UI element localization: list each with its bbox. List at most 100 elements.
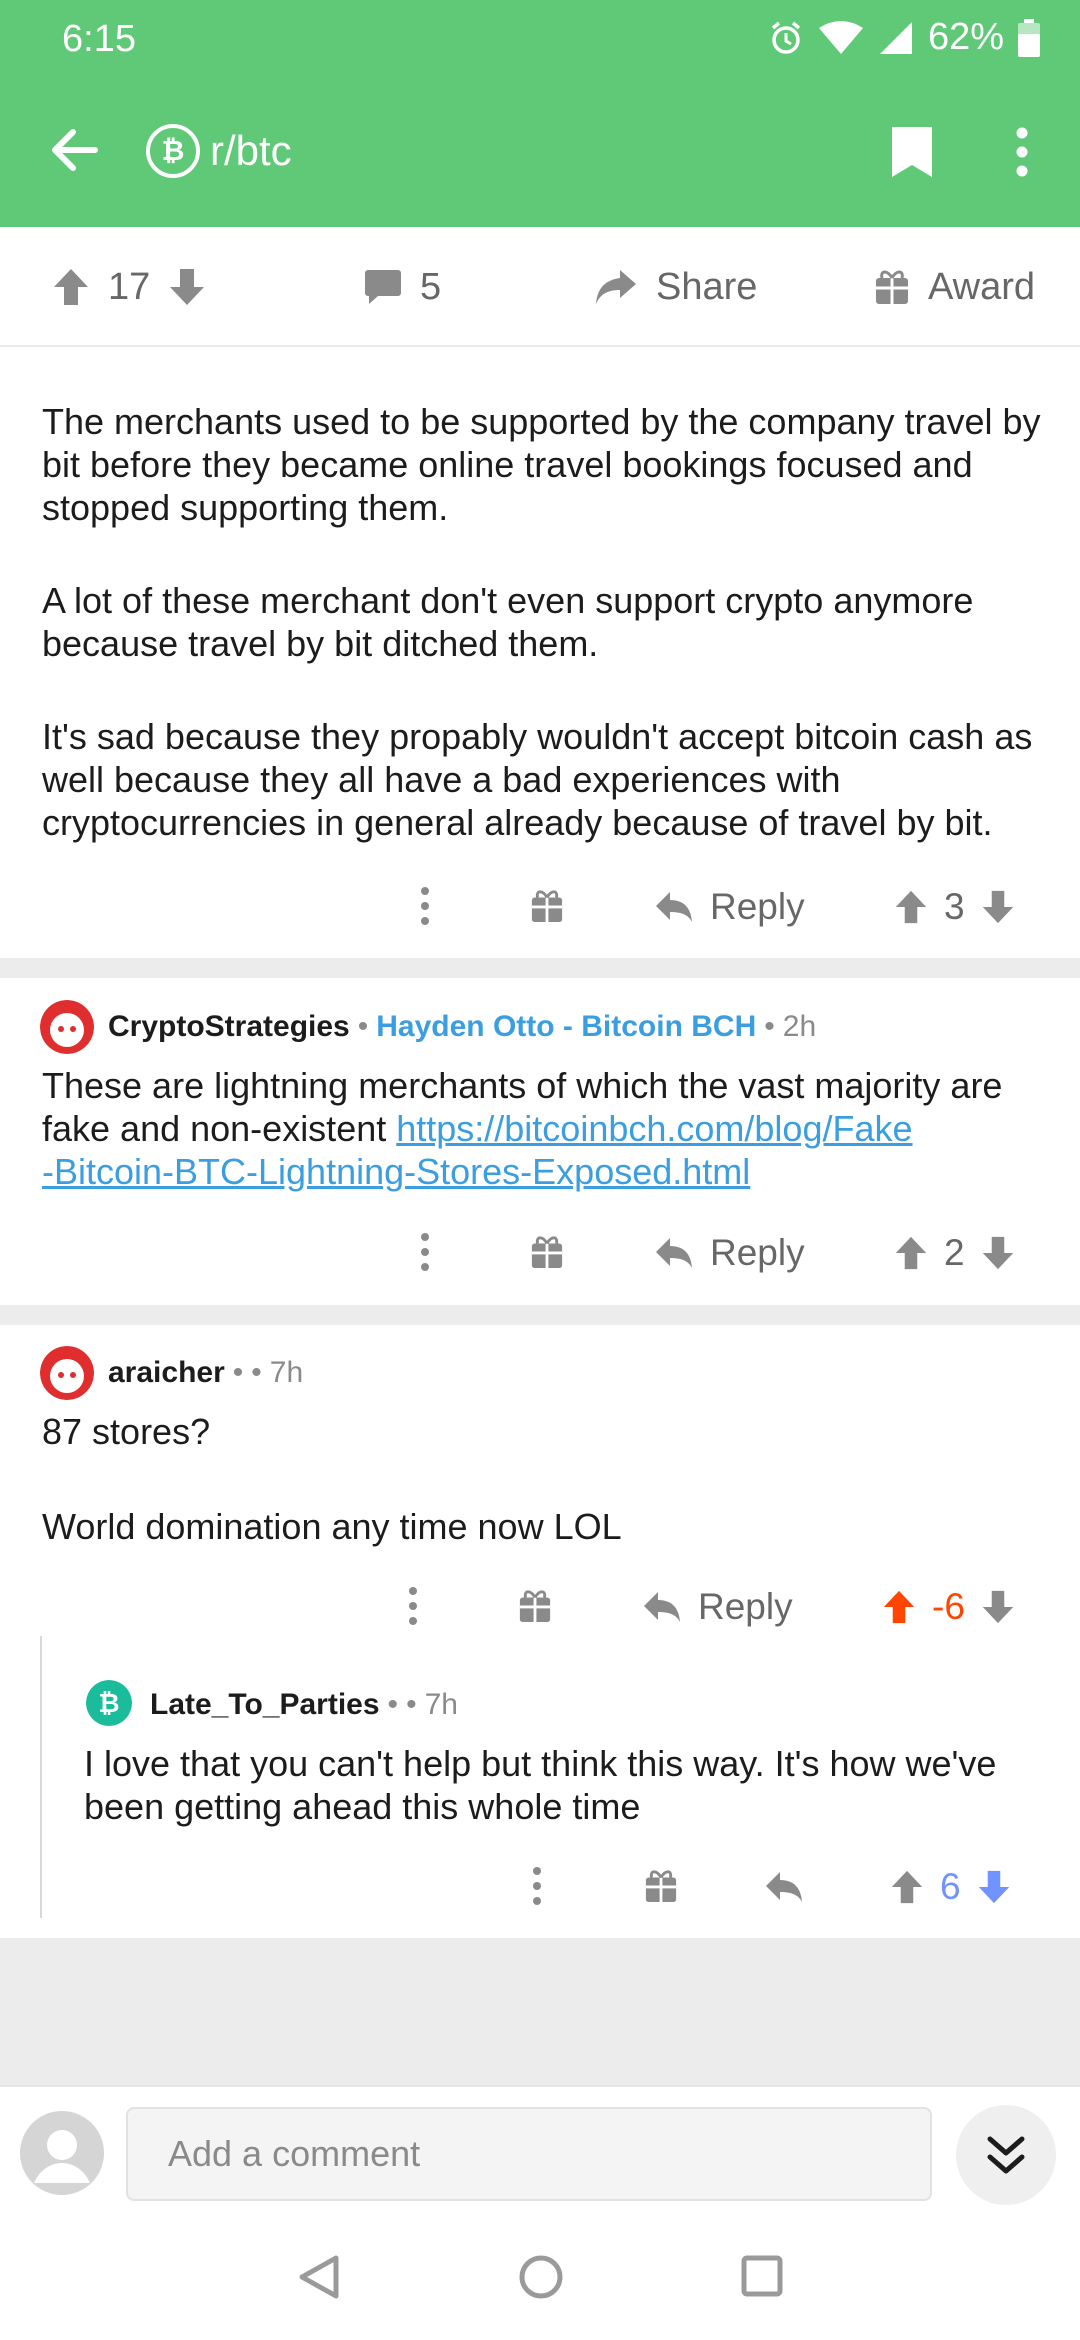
comment-paragraph: It's sad because they propably wouldn't … — [42, 716, 1033, 843]
battery-icon — [1018, 18, 1040, 57]
subreddit-title[interactable]: ₿ r/btc — [146, 124, 292, 178]
status-icons: 62% — [768, 16, 1040, 59]
comment-byline: Late_To_Parties • • 7h — [150, 1688, 458, 1722]
bitcoin-icon: ₿ — [146, 124, 200, 178]
share-icon — [596, 270, 636, 304]
downvote-icon[interactable] — [168, 267, 206, 307]
app-header: 6:15 62% ₿ r/btc — [0, 0, 1080, 227]
reply-icon — [656, 1238, 692, 1268]
award-button[interactable]: Award — [874, 227, 1035, 347]
comment-link-continued[interactable]: -Bitcoin-BTC-Lightning-Stores-Exposed.ht… — [42, 1151, 750, 1192]
divider — [0, 1305, 1080, 1325]
comment-author[interactable]: araicher — [108, 1356, 225, 1390]
double-chevron-down-icon — [987, 2136, 1025, 2174]
more-vertical-icon[interactable] — [420, 886, 430, 926]
wifi-icon — [818, 20, 863, 54]
upvote-icon[interactable] — [894, 889, 928, 925]
comment-icon — [365, 270, 401, 304]
gift-icon[interactable] — [530, 888, 564, 924]
share-button[interactable]: Share — [594, 227, 757, 347]
gift-icon[interactable] — [518, 1588, 552, 1624]
system-nav-bar — [0, 2210, 1080, 2340]
comment-score: 6 — [940, 1866, 961, 1907]
back-button[interactable] — [44, 120, 104, 180]
comment-body: These are lightning merchants of which t… — [42, 1064, 1052, 1193]
signal-icon — [879, 21, 912, 54]
comment-age: 7h — [269, 1356, 304, 1389]
award-label: Award — [928, 265, 1036, 308]
gift-icon[interactable] — [644, 1868, 678, 1904]
nav-home-icon[interactable] — [518, 2254, 564, 2300]
separator: • — [232, 1356, 244, 1389]
comment-link[interactable]: https://bitcoinbch.com/blog/Fake — [396, 1108, 912, 1149]
battery-percent: 62% — [927, 16, 1004, 58]
gift-icon[interactable] — [530, 1234, 564, 1270]
reply-label: Reply — [710, 886, 805, 927]
reply-label: Reply — [710, 1232, 805, 1273]
comment-paragraph: 87 stores? — [42, 1411, 211, 1452]
avatar — [40, 1346, 94, 1400]
more-vertical-icon[interactable] — [420, 1232, 430, 1272]
comment-vote: 2 — [894, 1218, 1015, 1288]
comment-body: The merchants used to be supported by th… — [42, 400, 1052, 844]
gift-icon — [876, 270, 908, 304]
separator: • — [764, 1010, 775, 1043]
divider — [0, 958, 1080, 978]
comment-age: 7h — [424, 1688, 458, 1721]
separator: • — [251, 1356, 262, 1389]
upvote-icon[interactable] — [52, 267, 90, 307]
comment-body: I love that you can't help but think thi… — [84, 1743, 997, 1827]
comment-author[interactable]: CryptoStrategies — [108, 1010, 350, 1044]
avatar — [40, 1000, 94, 1054]
upvote-icon[interactable] — [882, 1589, 916, 1625]
more-vertical-icon[interactable] — [532, 1866, 542, 1906]
reply-button[interactable]: Reply — [654, 1218, 805, 1288]
upvote-icon[interactable] — [890, 1869, 924, 1905]
downvote-icon[interactable] — [977, 1869, 1011, 1905]
list-end-spacer — [0, 1938, 1080, 2085]
comment-age: 2h — [782, 1010, 817, 1043]
user-flair: Hayden Otto - Bitcoin BCH — [376, 1010, 757, 1043]
downvote-icon[interactable] — [981, 1589, 1015, 1625]
separator: • — [406, 1688, 417, 1721]
reply-button[interactable]: Reply — [654, 872, 805, 942]
thread-line — [40, 1636, 42, 1918]
post-score: 17 — [108, 265, 151, 308]
nav-back-icon[interactable] — [298, 2254, 340, 2300]
svg-text:₿: ₿ — [98, 1689, 119, 1719]
avatar: ₿ — [86, 1680, 132, 1726]
reply-icon[interactable] — [764, 1870, 804, 1904]
comment-paragraph: World domination any time now LOL — [42, 1506, 622, 1547]
post-vote: 17 — [52, 227, 206, 347]
post-action-bar: 17 5 Share Award — [0, 227, 1080, 347]
comment-composer: Add a comment — [0, 2085, 1080, 2210]
comment-byline: CryptoStrategies • Hayden Otto - Bitcoin… — [108, 1010, 816, 1044]
downvote-icon[interactable] — [981, 1235, 1015, 1271]
arrow-left-icon — [52, 129, 98, 171]
comment-author[interactable]: Late_To_Parties — [150, 1688, 380, 1722]
comment-score: 2 — [944, 1232, 965, 1273]
more-vertical-icon — [1016, 127, 1028, 177]
comments-count[interactable]: 5 — [364, 227, 441, 347]
overflow-menu-button[interactable] — [1000, 122, 1044, 182]
comment-vote: 6 — [890, 1852, 1011, 1922]
comment-score: -6 — [932, 1586, 965, 1627]
comment-input[interactable]: Add a comment — [126, 2107, 932, 2201]
nav-recents-icon[interactable] — [740, 2254, 784, 2298]
upvote-icon[interactable] — [894, 1235, 928, 1271]
downvote-icon[interactable] — [981, 889, 1015, 925]
scroll-down-button[interactable] — [956, 2105, 1056, 2205]
comment-paragraph: The merchants used to be supported by th… — [42, 401, 1041, 528]
comment-vote: 3 — [894, 872, 1015, 942]
comments-count-value: 5 — [420, 265, 442, 308]
reply-button[interactable]: Reply — [642, 1572, 793, 1642]
more-vertical-icon[interactable] — [408, 1586, 418, 1626]
share-label: Share — [656, 265, 758, 308]
alarm-icon — [771, 21, 801, 54]
separator: • — [387, 1688, 399, 1721]
comment-byline: araicher • • 7h — [108, 1356, 303, 1390]
comment-body: 87 stores? World domination any time now… — [42, 1410, 1052, 1548]
bookmark-button[interactable] — [884, 122, 940, 182]
comment-actions: 6 — [520, 1852, 1040, 1922]
comment-actions: Reply 2 — [400, 1218, 1040, 1288]
